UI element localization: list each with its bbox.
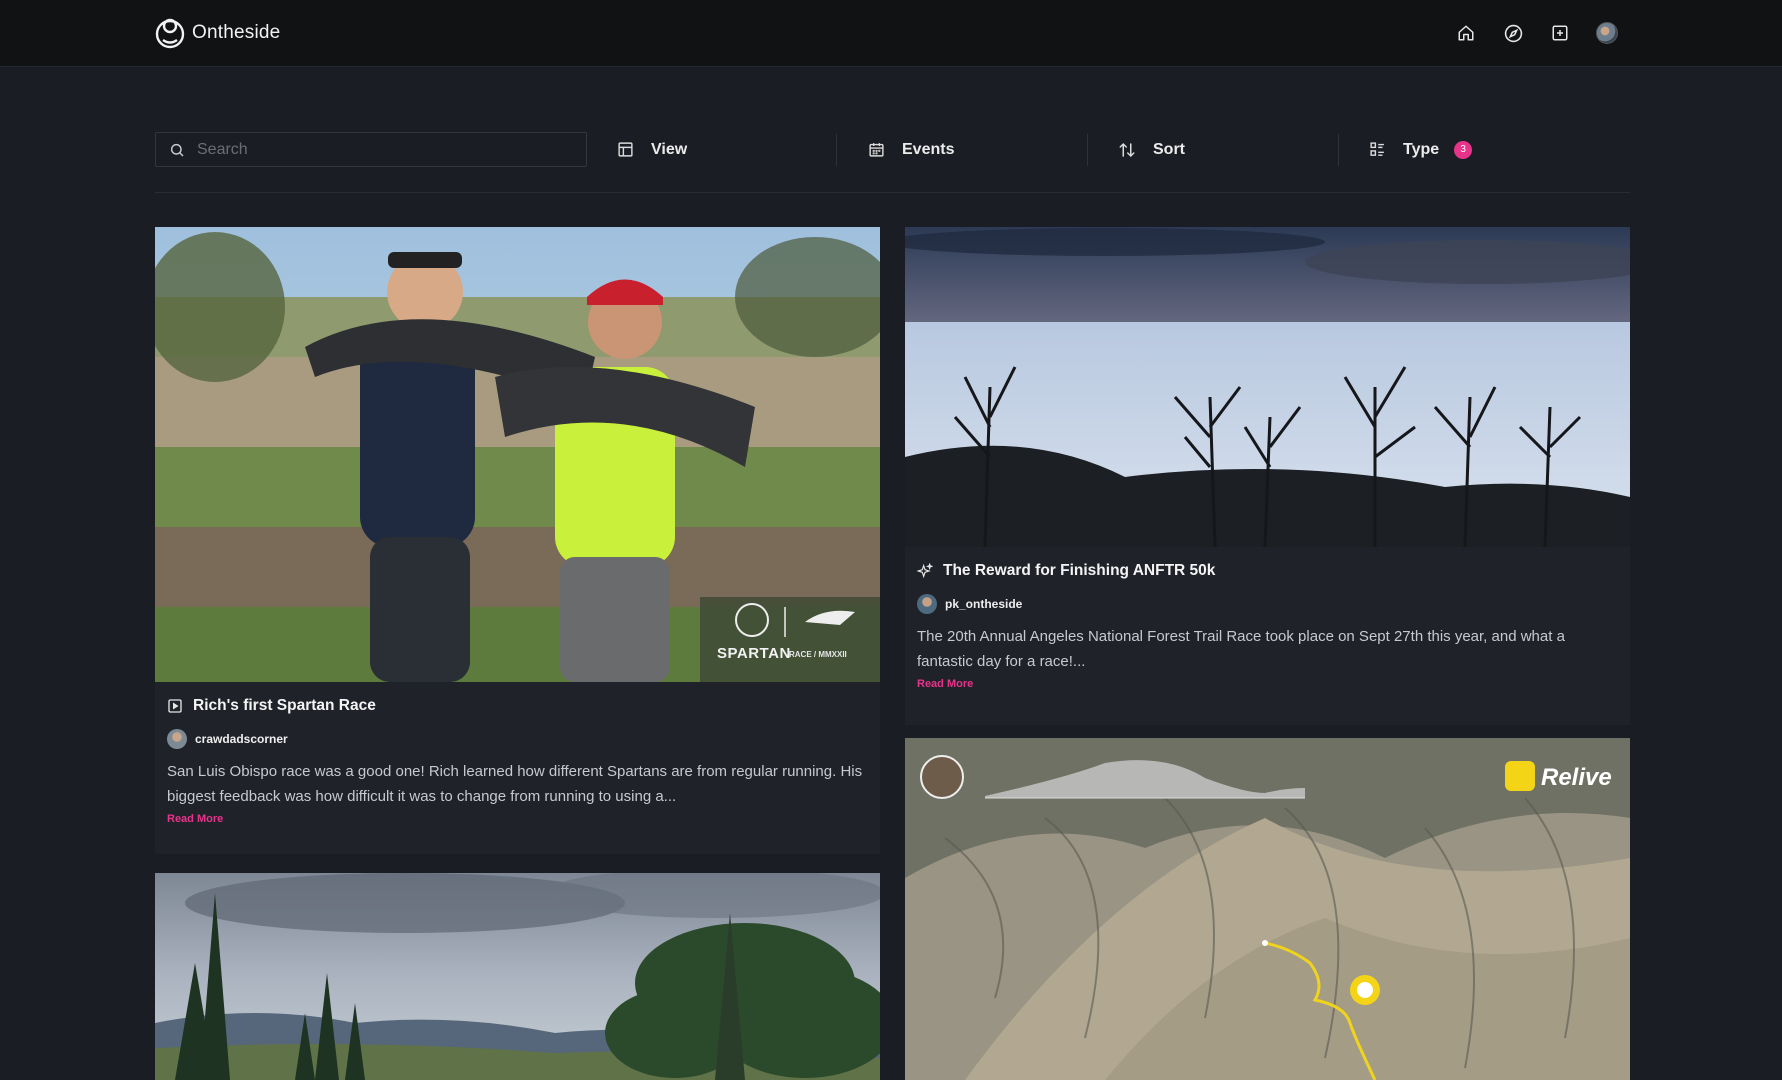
filter-bar: View Events Sort Type 3	[155, 132, 1630, 168]
video-icon	[168, 699, 182, 713]
post-image[interactable]: SPARTAN RACE / MMXXII	[155, 227, 880, 682]
events-filter-label: Events	[902, 140, 955, 158]
post-title-row: The Reward for Finishing ANFTR 50k	[917, 559, 1618, 583]
post-card[interactable]	[155, 873, 880, 1080]
spartan-logo-subtext: RACE / MMXXII	[789, 650, 847, 659]
sort-arrows-icon	[1119, 142, 1135, 157]
search-icon	[170, 143, 184, 157]
post-card[interactable]: The Reward for Finishing ANFTR 50k pk_on…	[905, 227, 1630, 725]
read-more-link[interactable]: Read More	[167, 813, 223, 825]
search-box[interactable]	[155, 132, 587, 167]
nav-icons	[1454, 20, 1619, 46]
type-filter-button[interactable]: Type 3	[1369, 132, 1473, 167]
sparkle-icon	[917, 563, 933, 579]
type-count-badge: 3	[1454, 140, 1473, 159]
author-name: pk_ontheside	[945, 597, 1023, 611]
home-icon[interactable]	[1454, 21, 1478, 45]
post-image[interactable]	[155, 873, 880, 1080]
post-title[interactable]: The Reward for Finishing ANFTR 50k	[943, 562, 1215, 580]
brand-logo[interactable]: Ontheside	[154, 15, 280, 51]
events-filter-button[interactable]: Events	[868, 132, 954, 167]
post-excerpt: The 20th Annual Angeles National Forest …	[917, 628, 1565, 670]
sort-label: Sort	[1153, 140, 1185, 158]
calendar-icon	[869, 143, 884, 157]
ontheside-logo-icon	[155, 18, 185, 49]
search-input[interactable]	[197, 140, 557, 159]
post-author[interactable]: pk_ontheside	[917, 593, 1618, 615]
post-author[interactable]: crawdadscorner	[167, 728, 868, 750]
post-body: Rich's first Spartan Race crawdadscorner…	[167, 694, 868, 827]
post-image[interactable]	[905, 227, 1630, 547]
brand-name: Ontheside	[192, 22, 281, 43]
user-avatar[interactable]	[1595, 21, 1619, 45]
filter-separator	[836, 134, 837, 166]
read-more-link[interactable]: Read More	[917, 678, 973, 690]
spartan-logo-text: SPARTAN	[717, 645, 791, 662]
filter-divider	[155, 192, 1630, 193]
post-body: The Reward for Finishing ANFTR 50k pk_on…	[917, 559, 1618, 692]
relive-logo-text: Relive	[1541, 764, 1612, 791]
author-avatar	[917, 594, 937, 614]
layout-icon	[618, 142, 633, 157]
top-navbar: Ontheside	[0, 0, 1782, 67]
view-filter-label: View	[651, 140, 688, 158]
view-filter-button[interactable]: View	[617, 132, 687, 167]
post-card[interactable]: Relive	[905, 738, 1630, 1080]
compass-icon[interactable]	[1501, 21, 1525, 45]
post-title-row: Rich's first Spartan Race	[167, 694, 868, 718]
plus-square-icon[interactable]	[1548, 21, 1572, 45]
filter-separator	[1338, 134, 1339, 166]
sort-button[interactable]: Sort	[1118, 132, 1185, 167]
list-grid-icon	[1370, 142, 1384, 156]
filter-separator	[1087, 134, 1088, 166]
post-excerpt: San Luis Obispo race was a good one! Ric…	[167, 763, 863, 805]
post-title[interactable]: Rich's first Spartan Race	[193, 697, 376, 715]
type-filter-label: Type	[1403, 140, 1440, 158]
post-card[interactable]: SPARTAN RACE / MMXXII Rich's first Spart…	[155, 227, 880, 854]
author-name: crawdadscorner	[195, 732, 288, 746]
author-avatar	[167, 729, 187, 749]
post-image[interactable]: Relive	[905, 738, 1630, 1080]
